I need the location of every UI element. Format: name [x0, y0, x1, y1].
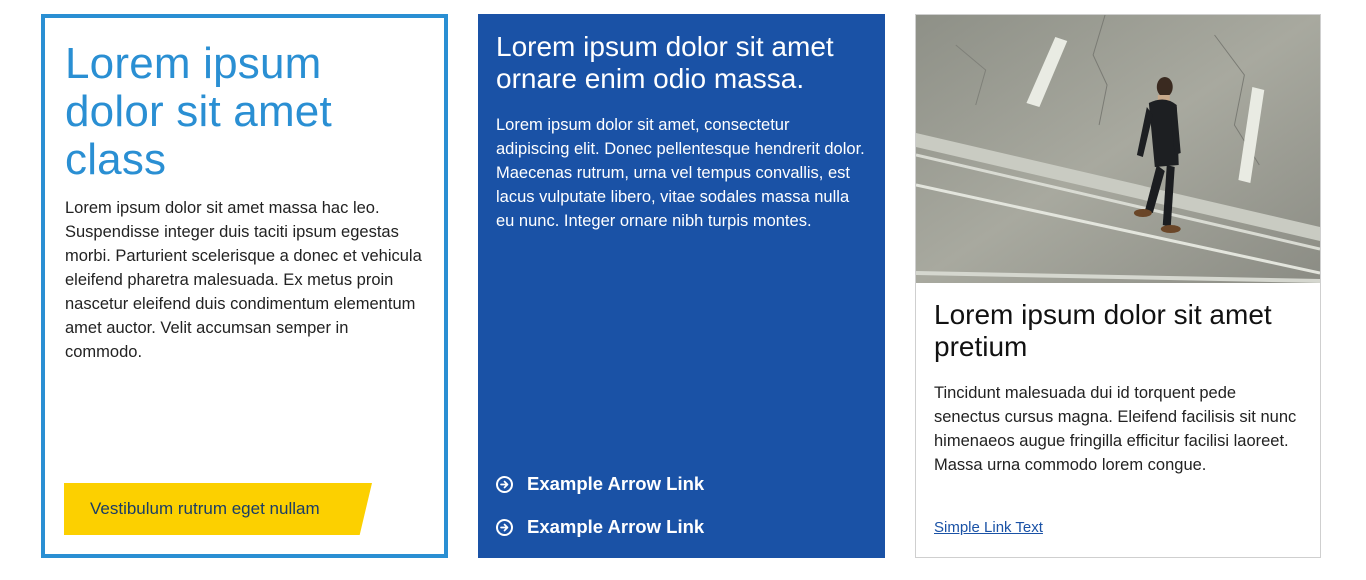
arrow-link-2[interactable]: Example Arrow Link: [496, 516, 704, 538]
card-2: Lorem ipsum dolor sit amet ornare enim o…: [478, 14, 885, 558]
cta-button[interactable]: Vestibulum rutrum eget nullam: [64, 483, 372, 535]
card-2-body: Lorem ipsum dolor sit amet, consectetur …: [496, 116, 865, 230]
arrow-circle-right-icon: [496, 518, 513, 536]
card-2-title: Lorem ipsum dolor sit amet ornare enim o…: [496, 31, 834, 94]
card-3-title: Lorem ipsum dolor sit amet pretium: [934, 299, 1272, 362]
card-1-body: Lorem ipsum dolor sit amet massa hac leo…: [65, 199, 422, 361]
card-3: Lorem ipsum dolor sit amet pretium Tinci…: [915, 14, 1321, 558]
card-1: Lorem ipsum dolor sit amet class Lorem i…: [41, 14, 448, 558]
arrow-circle-right-icon: [496, 475, 513, 493]
arrow-link-label: Example Arrow Link: [527, 473, 705, 494]
arrow-link-1[interactable]: Example Arrow Link: [496, 473, 704, 495]
simple-link[interactable]: Simple Link Text: [934, 519, 1043, 536]
card-3-photo: [916, 15, 1320, 283]
card-3-body: Tincidunt malesuada dui id torquent pede…: [934, 384, 1297, 474]
card-1-title: Lorem ipsum dolor sit amet class: [65, 39, 332, 184]
arrow-link-label: Example Arrow Link: [527, 516, 705, 537]
